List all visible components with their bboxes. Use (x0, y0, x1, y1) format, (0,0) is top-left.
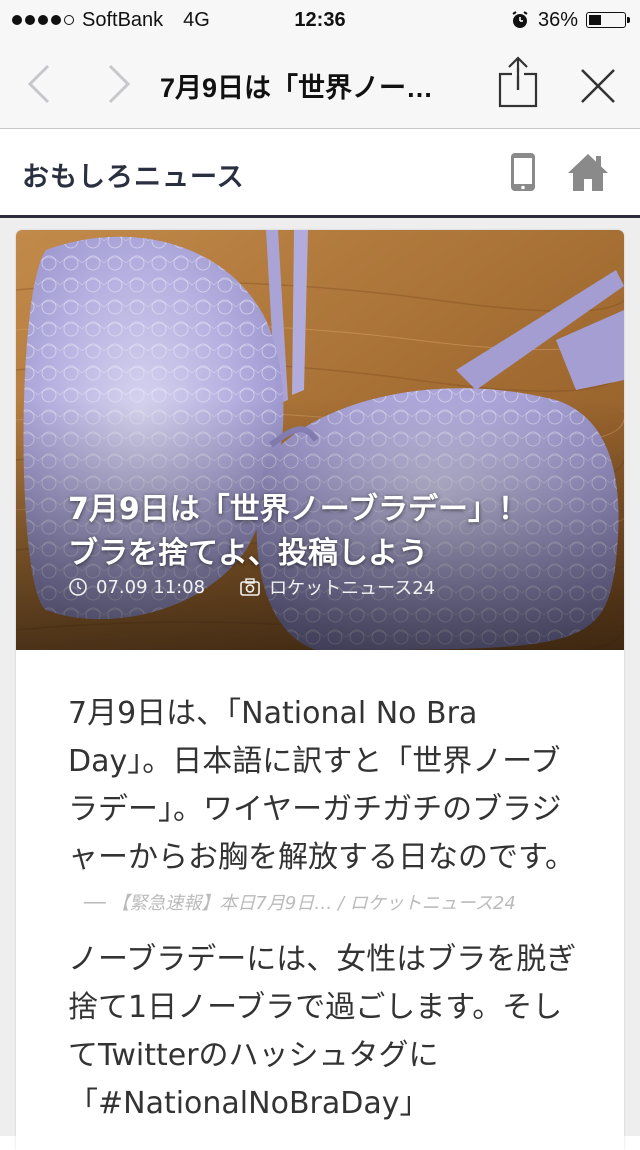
article-source[interactable]: ロケットニュース24 (269, 574, 435, 600)
article-paragraph: ノーブラデーには、女性はブラを脱ぎ捨て1日ノーブラで過ごします。そしてTwitt… (68, 942, 577, 1121)
alarm-clock-icon (512, 11, 528, 28)
mobile-phone-icon (511, 153, 535, 191)
chevron-left-icon (27, 64, 50, 104)
forward-button[interactable] (100, 62, 140, 106)
battery-percent: 36% (537, 8, 578, 31)
network-type: 4G (183, 8, 210, 31)
mobile-view-button[interactable] (508, 151, 540, 197)
article-title: 7月9日は「世界ノーブラデー」！ ブラを捨てよ、投稿しよう (68, 488, 588, 576)
article-date: 07.09 11:08 (96, 576, 206, 598)
home-button[interactable] (566, 151, 610, 197)
battery-icon (586, 12, 630, 28)
status-left: SoftBank 4G (0, 9, 210, 32)
chevron-right-icon (108, 64, 131, 104)
carrier-name: SoftBank (82, 8, 164, 31)
article-meta: 07.09 11:08 ロケットニュース24 (68, 574, 435, 600)
browser-page-title: 7月9日は「世界ノー… (160, 73, 434, 103)
site-header: おもしろニュース (0, 129, 640, 218)
signal-dot (25, 15, 35, 25)
signal-dot-empty (64, 15, 74, 25)
home-icon (568, 154, 608, 191)
signal-strength-icon (12, 15, 74, 25)
close-button[interactable] (578, 66, 618, 106)
share-button[interactable] (496, 54, 540, 110)
camera-icon (240, 578, 260, 596)
clock-icon (69, 578, 87, 596)
article-title-line: ブラを捨てよ、投稿しよう (68, 536, 428, 571)
status-right: 36% (510, 9, 640, 32)
article-hero-image: 7月9日は「世界ノーブラデー」！ ブラを捨てよ、投稿しよう 07.09 11:0… (16, 230, 624, 650)
article-title-line: 7月9日は「世界ノーブラデー」！ (68, 492, 528, 527)
status-bar: SoftBank 4G 12:36 36% (0, 0, 640, 40)
close-icon (581, 69, 615, 103)
article-body: 7月9日は、「National No Bra Day」。日本語に訳すと「世界ノー… (68, 690, 588, 1128)
signal-dot (12, 15, 22, 25)
site-title[interactable]: おもしろニュース (22, 155, 245, 194)
share-icon (498, 56, 538, 108)
battery-tip (627, 17, 630, 23)
signal-dot (38, 15, 48, 25)
article-paragraph: 7月9日は、「National No Bra Day」。日本語に訳すと「世界ノー… (68, 696, 575, 875)
quote-source-link[interactable]: ── 【緊急速報】本日7月9日… / ロケットニュース24 (68, 892, 588, 916)
battery-fill (589, 15, 602, 25)
signal-dot (51, 15, 61, 25)
back-button[interactable] (22, 62, 62, 106)
browser-toolbar: 7月9日は「世界ノー… (0, 40, 640, 129)
